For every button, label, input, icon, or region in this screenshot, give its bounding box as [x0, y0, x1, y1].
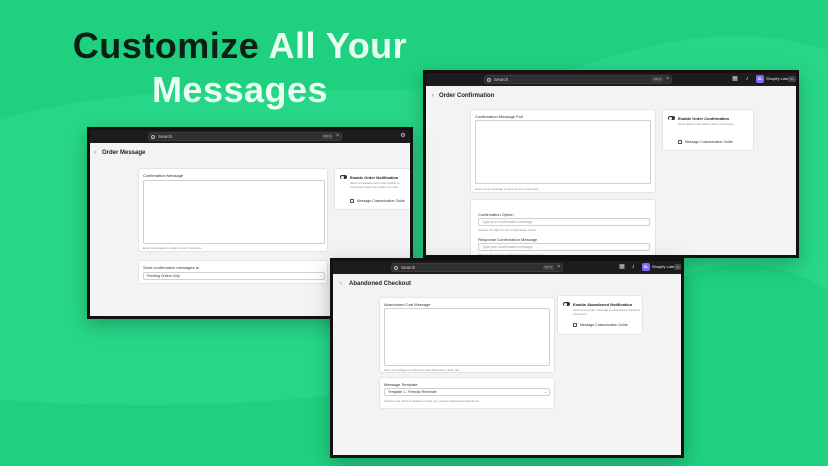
response-input[interactable]: Type your confirmation message — [478, 243, 650, 251]
confirmation-field-label: Confirmation Message — [143, 173, 184, 178]
top-bar: Search Ctrl K × ▦ ♪ SL Shopify Latest SL — [333, 261, 681, 274]
bell-icon[interactable]: ♪ — [630, 264, 636, 270]
abandoned-field-label: Abandoned Cart Message — [384, 302, 431, 307]
search-input[interactable]: Search Ctrl K × — [484, 75, 672, 84]
search-icon — [487, 77, 491, 82]
response-hint: Choose the response of the confirmation … — [478, 253, 546, 257]
search-input[interactable]: Search Ctrl K × — [148, 132, 342, 141]
page-title: Abandoned Checkout — [349, 281, 412, 287]
book-icon — [678, 140, 682, 144]
back-icon[interactable]: ‹ — [94, 150, 96, 156]
top-bar: Search Ctrl K × ▦ ♪ SL Shopify Latest SL — [426, 73, 796, 86]
notification-toggle-card: Enable Order Notification Send a message… — [334, 168, 410, 210]
window-abandoned-checkout: Search Ctrl K × ▦ ♪ SL Shopify Latest SL… — [330, 258, 684, 458]
back-icon[interactable]: ‹ — [340, 281, 342, 287]
confirmation-message-textarea[interactable] — [143, 180, 325, 244]
notification-toggle-title: Enable Order Notification — [350, 175, 399, 180]
search-shortcut-badge: Ctrl K — [542, 265, 554, 270]
headline-word-messages: Messages — [151, 69, 329, 110]
avatar[interactable]: SL — [756, 75, 764, 83]
send-to-select[interactable]: Pending Orders Only ⌄ — [143, 272, 325, 280]
confirmation-field-hint: Enter a message to send to your customer… — [143, 246, 202, 250]
poll-card: Confirmation Message Poll Enter a poll m… — [470, 109, 656, 193]
page-title: Order Confirmation — [439, 93, 495, 99]
store-icon[interactable]: ▦ — [619, 264, 625, 270]
abandoned-toggle-desc: Send a reminder message to abandoned che… — [573, 308, 641, 316]
search-clear-icon[interactable]: × — [336, 133, 339, 140]
notification-toggle-desc: Send a message with order details to cus… — [350, 181, 400, 189]
search-icon — [394, 265, 398, 270]
abandoned-toggle-card: Enable Abandoned Notification Send a rem… — [557, 295, 643, 335]
bell-icon[interactable]: ♪ — [744, 76, 750, 82]
template-hint: Choose one of the templates to help you … — [384, 399, 480, 403]
search-icon — [151, 134, 155, 139]
top-bar: Search Ctrl K × ⚙ — [90, 130, 410, 143]
book-icon — [350, 199, 354, 203]
window-order-confirmation: Search Ctrl K × ▦ ♪ SL Shopify Latest SL… — [423, 70, 799, 258]
guide-link[interactable]: Message Customization Guide — [685, 140, 733, 144]
store-badge: SL — [674, 264, 681, 270]
search-clear-icon[interactable]: × — [557, 264, 560, 271]
send-to-label: Send confirmation messages to — [143, 265, 200, 270]
option-input[interactable]: Type your confirmation message — [478, 218, 650, 226]
abandoned-toggle[interactable] — [563, 302, 570, 306]
headline-word-all-your: All Your — [268, 25, 408, 66]
confirmation-card: Confirmation Message Enter a message to … — [138, 168, 328, 252]
search-clear-icon[interactable]: × — [666, 76, 669, 83]
store-badge: SL — [788, 76, 796, 82]
headline-word-customize: Customize — [72, 25, 260, 66]
abandoned-message-textarea[interactable] — [384, 308, 550, 366]
chevron-down-icon: ⌄ — [319, 274, 322, 278]
template-label: Message Template — [384, 382, 418, 387]
template-select[interactable]: Template 1 - Friendly Reminder ⌄ — [384, 388, 550, 396]
search-placeholder: Search — [494, 77, 509, 82]
template-card: Message Template Template 1 - Friendly R… — [379, 377, 555, 409]
abandoned-toggle-title: Enable Abandoned Notification — [573, 302, 633, 307]
confirmation-toggle-card: Enable Order Confirmation Send order con… — [662, 109, 754, 151]
response-label: Response Confirmation Message — [478, 237, 538, 242]
chevron-down-icon: ⌄ — [544, 390, 547, 394]
template-value: Template 1 - Friendly Reminder — [388, 390, 437, 394]
poll-field-hint: Enter a poll message to send to your cus… — [475, 187, 540, 191]
poll-field-label: Confirmation Message Poll — [475, 114, 523, 119]
guide-link[interactable]: Message Customization Guide — [580, 323, 628, 327]
option-hint: Choose the label for the confirmation op… — [478, 228, 537, 232]
abandoned-message-card: Abandoned Cart Message Send a message to… — [379, 297, 555, 373]
avatar[interactable]: SL — [642, 263, 650, 271]
options-card: Confirmation Option Type your confirmati… — [470, 199, 656, 257]
option-label: Confirmation Option — [478, 212, 514, 217]
search-placeholder: Search — [401, 265, 416, 270]
search-input[interactable]: Search Ctrl K × — [391, 263, 563, 272]
back-icon[interactable]: ‹ — [432, 93, 434, 99]
send-to-value: Pending Orders Only — [147, 274, 180, 278]
send-to-card: Send confirmation messages to Pending Or… — [138, 260, 328, 284]
settings-icon[interactable]: ⚙ — [400, 133, 406, 139]
confirmation-toggle[interactable] — [668, 116, 675, 120]
abandoned-field-hint: Send a message to customers who left ite… — [384, 368, 461, 372]
notification-toggle[interactable] — [340, 175, 347, 179]
guide-link[interactable]: Message Customization Guide — [357, 199, 405, 203]
book-icon — [573, 323, 577, 327]
confirmation-toggle-title: Enable Order Confirmation — [678, 116, 730, 121]
search-placeholder: Search — [158, 134, 173, 139]
search-shortcut-badge: Ctrl K — [321, 134, 333, 139]
poll-message-textarea[interactable] — [475, 120, 651, 184]
store-icon[interactable]: ▦ — [732, 76, 738, 82]
search-shortcut-badge: Ctrl K — [651, 77, 663, 82]
confirmation-toggle-desc: Send order confirmation poll to customer… — [678, 122, 735, 126]
headline: Customize All Your Messages — [60, 24, 420, 112]
page-title: Order Message — [102, 150, 146, 156]
